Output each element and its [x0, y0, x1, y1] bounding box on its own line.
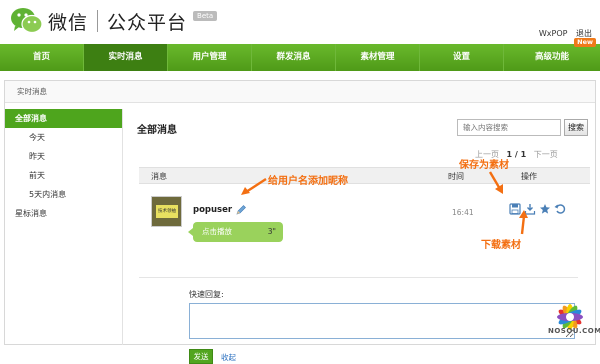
sidebar-item-five-days[interactable]: 5天内消息 [5, 185, 122, 204]
wechat-logo-icon [10, 7, 44, 35]
pencil-icon[interactable] [235, 204, 247, 216]
username-link[interactable]: WxPOP [539, 29, 568, 38]
star-icon[interactable] [539, 203, 551, 215]
beta-badge: Beta [193, 11, 218, 21]
annotation-save-material: 保存为素材 [459, 160, 509, 171]
voice-message[interactable]: 点击播放 3" [188, 222, 283, 242]
main-nav: 首页 实时消息 用户管理 群发消息 素材管理 设置 高级功能 New [0, 38, 600, 71]
row-divider [139, 277, 578, 278]
message-time: 16:41 [452, 208, 474, 217]
column-time: 时间 [448, 172, 464, 181]
voice-duration: 3" [267, 227, 276, 236]
sidebar-item-all-messages[interactable]: 全部消息 [5, 109, 122, 128]
sidebar-item-starred[interactable]: 星标消息 [5, 204, 122, 223]
collapse-link[interactable]: 收起 [221, 352, 236, 363]
nav-item-home[interactable]: 首页 [0, 44, 84, 71]
logo-divider [97, 10, 99, 32]
annotation-arrow-download [519, 210, 528, 235]
annotation-arrow-save [488, 171, 503, 194]
nav-item-advanced[interactable]: 高级功能 New [504, 38, 600, 71]
reply-arrow-icon[interactable] [554, 203, 566, 215]
annotation-arrow-nickname [241, 177, 267, 195]
sidebar: 全部消息 今天 昨天 前天 5天内消息 星标消息 [5, 109, 123, 345]
logo-title: 微信 [48, 11, 89, 34]
new-badge: New [574, 38, 596, 47]
column-actions: 操作 [521, 172, 537, 181]
quick-reply-label: 快速回复: [189, 290, 224, 299]
peacock-watermark-logo [557, 304, 583, 330]
nav-item-advanced-label: 高级功能 [534, 52, 569, 62]
avatar[interactable]: 技术领袖 [151, 196, 182, 227]
watermark-text: NOSOU.COM [548, 327, 600, 335]
content-panel: 实时消息 全部消息 今天 昨天 前天 5天内消息 星标消息 全部消息 搜索 上一… [4, 80, 596, 364]
logout-link[interactable]: 退出 [576, 29, 592, 38]
page-title: 全部消息 [137, 125, 177, 136]
quick-reply-input[interactable] [189, 303, 575, 339]
logo[interactable]: 微信 公众平台 Beta [10, 6, 218, 36]
voice-play-label: 点击播放 [202, 227, 232, 236]
top-header: 微信 公众平台 Beta WxPOP 退出 [0, 0, 600, 44]
pager-next[interactable]: 下一页 [534, 150, 558, 159]
nav-item-user-management[interactable]: 用户管理 [168, 44, 252, 71]
sidebar-item-day-before[interactable]: 前天 [5, 166, 122, 185]
nav-item-realtime-messages[interactable]: 实时消息 [84, 44, 168, 71]
nav-item-broadcast[interactable]: 群发消息 [252, 44, 336, 71]
nav-item-materials[interactable]: 素材管理 [336, 44, 420, 71]
annotation-download-material: 下载素材 [481, 240, 521, 251]
column-message: 消息 [151, 172, 167, 181]
user-nickname[interactable]: popuser [193, 205, 232, 215]
pager-current: 1 / 1 [506, 150, 527, 159]
annotation-edit-nickname: 给用户名添加昵称 [268, 176, 348, 187]
sidebar-item-yesterday[interactable]: 昨天 [5, 147, 122, 166]
sidebar-item-today[interactable]: 今天 [5, 128, 122, 147]
logo-subtitle: 公众平台 [107, 11, 188, 34]
table-header: 消息 时间 操作 [139, 167, 590, 184]
search-input[interactable] [457, 119, 561, 136]
avatar-label: 技术领袖 [156, 205, 178, 218]
send-button[interactable]: 发送 [189, 349, 213, 364]
search-button[interactable]: 搜索 [564, 119, 588, 136]
breadcrumb: 实时消息 [5, 81, 595, 103]
nav-item-settings[interactable]: 设置 [420, 44, 504, 71]
